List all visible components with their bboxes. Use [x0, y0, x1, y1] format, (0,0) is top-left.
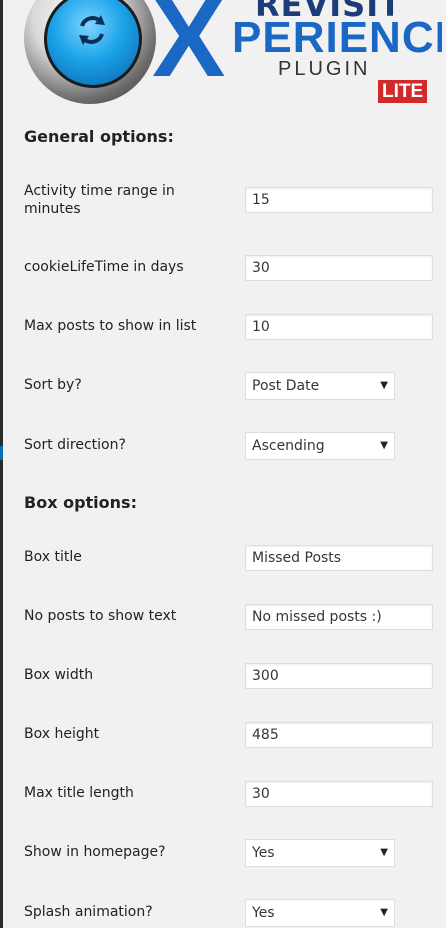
splash-animation-value: Yes: [252, 905, 275, 921]
sort-direction-label: Sort direction?: [24, 437, 126, 453]
chevron-down-icon: ▼: [380, 907, 388, 918]
no-posts-text-label: No posts to show text: [24, 608, 177, 624]
max-posts-label: Max posts to show in list: [24, 318, 197, 334]
logo-lite-badge: LITE: [378, 80, 428, 103]
show-in-homepage-value: Yes: [252, 845, 275, 861]
splash-animation-select[interactable]: Yes ▼: [245, 899, 395, 927]
show-in-homepage-select[interactable]: Yes ▼: [245, 839, 395, 867]
show-in-homepage-label: Show in homepage?: [24, 844, 166, 860]
cookie-lifetime-input[interactable]: [245, 255, 433, 281]
sidebar-indicator: [0, 446, 3, 460]
sort-by-value: Post Date: [252, 378, 320, 394]
sort-by-select[interactable]: Post Date ▼: [245, 372, 395, 400]
logo-x-letter: X: [152, 0, 226, 100]
activity-time-label: Activity time range in minutes: [24, 183, 175, 217]
chevron-down-icon: ▼: [380, 847, 388, 858]
sort-direction-value: Ascending: [252, 438, 325, 454]
activity-time-input[interactable]: [245, 187, 433, 213]
box-options-heading: Box options:: [24, 493, 137, 512]
box-title-label: Box title: [24, 549, 82, 565]
splash-animation-label: Splash animation?: [24, 904, 153, 920]
revisit-arrows-icon: [79, 15, 105, 45]
box-width-input[interactable]: [245, 663, 433, 689]
cookie-lifetime-label: cookieLifeTime in days: [24, 259, 184, 275]
logo-plugin-text: PLUGIN: [278, 58, 371, 80]
no-posts-text-input[interactable]: [245, 604, 433, 630]
plugin-logo: X REVISIT PERIENCE PLUGIN LITE: [22, 0, 442, 110]
max-title-length-label: Max title length: [24, 785, 134, 801]
chevron-down-icon: ▼: [380, 440, 388, 451]
box-height-label: Box height: [24, 726, 100, 742]
max-title-length-input[interactable]: [245, 781, 433, 807]
box-title-input[interactable]: [245, 545, 433, 571]
admin-sidebar-edge: [0, 0, 3, 928]
box-width-label: Box width: [24, 667, 94, 683]
general-options-heading: General options:: [24, 127, 174, 146]
logo-perience-text: PERIENCE: [232, 13, 442, 62]
box-height-input[interactable]: [245, 722, 433, 748]
sort-by-label: Sort by?: [24, 377, 82, 393]
chevron-down-icon: ▼: [380, 380, 388, 391]
max-posts-input[interactable]: [245, 314, 433, 340]
sort-direction-select[interactable]: Ascending ▼: [245, 432, 395, 460]
